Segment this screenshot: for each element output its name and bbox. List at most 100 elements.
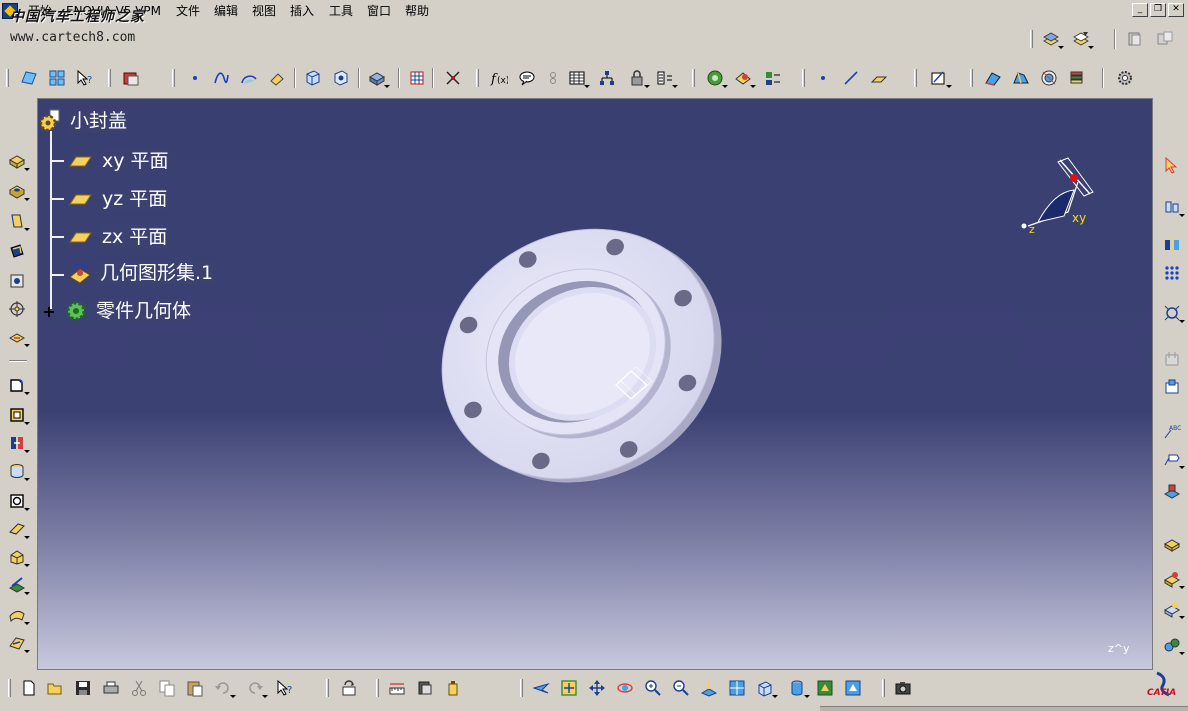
shading-icon[interactable] [786,677,810,699]
pan-icon[interactable] [586,677,608,699]
mirror-icon[interactable] [1161,234,1183,256]
open-folder-icon[interactable] [44,677,66,699]
layer-stack-icon[interactable] [1040,28,1064,50]
layer-icon[interactable] [1066,67,1088,89]
surface-icon[interactable] [982,67,1004,89]
copy-icon[interactable] [156,677,178,699]
circle-arc-icon[interactable] [238,67,260,89]
shaft-icon[interactable] [6,210,30,232]
plane-icon[interactable] [868,67,890,89]
sheet-metal-alt-icon[interactable] [1154,28,1176,50]
rib-icon[interactable] [6,298,28,320]
tree-node-part-body[interactable]: + 零件几何体 [42,299,194,323]
swap-visible-icon[interactable] [842,677,864,699]
grid-icon[interactable] [406,67,428,89]
union-trim-icon[interactable] [1161,598,1185,620]
hide-show-icon[interactable] [814,677,836,699]
zoom-out-icon[interactable] [670,677,692,699]
edge-fillet-icon[interactable] [6,374,30,396]
restore-button[interactable]: ❐ [1150,3,1166,17]
thread-icon[interactable] [6,518,30,540]
parameter-icon[interactable] [654,67,678,89]
undo-icon[interactable] [212,677,236,699]
remove-face-icon[interactable] [6,546,30,568]
assemble-icon[interactable] [1161,634,1185,656]
pocket-icon[interactable] [6,180,30,202]
boolean-add-icon[interactable] [1161,480,1183,502]
capture-icon[interactable] [892,677,914,699]
menu-window[interactable]: 窗口 [367,3,391,19]
menu-edit[interactable]: 编辑 [214,3,238,19]
sketch-plane-icon[interactable] [18,67,40,89]
cut-icon[interactable] [128,677,150,699]
shell-icon[interactable] [6,460,30,482]
menu-view[interactable]: 视图 [252,3,276,19]
redo-icon[interactable] [244,677,268,699]
settings-gear-icon[interactable] [1114,67,1136,89]
whats-this-icon[interactable]: ? [74,67,96,89]
paste-icon[interactable] [184,677,206,699]
flag-icon[interactable] [1161,448,1185,470]
back-view-icon[interactable] [330,67,352,89]
menu-help[interactable]: 帮助 [405,3,429,19]
measure-between-icon[interactable] [386,677,408,699]
thickness-icon[interactable] [6,490,30,512]
groove-icon[interactable] [6,240,28,262]
measure-icon[interactable] [1161,196,1185,218]
rotate-icon[interactable] [614,677,636,699]
select-arrow-icon[interactable] [1161,154,1183,176]
snap-icon[interactable] [442,67,464,89]
close-surface-icon[interactable] [6,632,30,654]
spline-icon[interactable] [210,67,232,89]
menu-tools[interactable]: 工具 [329,3,353,19]
update-icon[interactable] [338,677,360,699]
intersect-icon[interactable] [1161,568,1185,590]
normal-view-icon[interactable] [698,677,720,699]
menu-insert[interactable]: 插入 [290,3,314,19]
boolean-remove-icon[interactable] [1161,532,1183,554]
zoom-in-icon[interactable] [642,677,664,699]
close-button[interactable]: ✕ [1168,3,1184,17]
comment-icon[interactable] [516,67,538,89]
split-icon[interactable] [6,574,30,596]
chamfer-icon[interactable] [6,404,30,426]
analysis-icon[interactable] [732,67,756,89]
slot-icon[interactable] [6,326,30,348]
tree-node-yz-plane[interactable]: yz 平面 [68,187,170,211]
text-icon[interactable]: ABC [1161,420,1183,442]
join-icon[interactable] [1010,67,1032,89]
new-file-icon[interactable] [18,677,40,699]
hierarchy-icon[interactable] [596,67,618,89]
mass-icon[interactable] [442,677,464,699]
point-icon[interactable] [184,67,206,89]
boundary-icon[interactable] [1038,67,1060,89]
whats-this-bottom-icon[interactable]: ? [274,677,296,699]
annotation-icon[interactable] [1161,376,1183,398]
layer-filter-icon[interactable] [1070,28,1094,50]
expand-plus-icon[interactable]: + [42,302,56,321]
tools-palette-icon[interactable] [704,67,728,89]
flange-part[interactable] [433,219,723,489]
hole-icon[interactable] [6,270,28,292]
render-icon[interactable] [366,67,390,89]
tree-root-part[interactable]: 小封盖 [38,109,130,133]
minimize-button[interactable]: _ [1132,3,1148,17]
part-info-icon[interactable] [762,67,784,89]
scale-icon[interactable] [1161,302,1185,324]
print-icon[interactable] [100,677,122,699]
lock-icon[interactable] [626,67,650,89]
pattern-icon[interactable] [1161,262,1183,284]
constraint-icon[interactable] [1161,348,1183,370]
tree-node-geometric-set[interactable]: 几何图形集.1 [68,261,216,285]
fit-all-icon[interactable] [558,677,580,699]
line-icon[interactable] [840,67,862,89]
sketcher-icon[interactable] [928,67,952,89]
table-icon[interactable] [566,67,590,89]
multi-view-bottom-icon[interactable] [726,677,748,699]
link-icon[interactable] [542,67,564,89]
save-icon[interactable] [72,677,94,699]
thick-surface-icon[interactable] [6,604,30,626]
sheet-metal-icon[interactable] [1124,28,1146,50]
iso-view-icon[interactable] [754,677,778,699]
formula-icon[interactable]: f(x) [488,67,510,89]
